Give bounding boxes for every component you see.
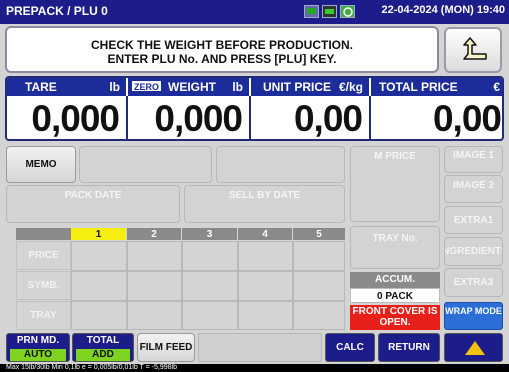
empty-slot: [198, 333, 322, 362]
image2-button[interactable]: IMAGE 2: [444, 175, 503, 203]
grid-cell[interactable]: [71, 301, 127, 330]
message-line-1: CHECK THE WEIGHT BEFORE PRODUCTION.: [90, 38, 353, 52]
column-header-3[interactable]: 3: [182, 228, 237, 240]
weight-header: ZERO WEIGHT lb: [128, 78, 249, 96]
calc-button[interactable]: CALC: [325, 333, 375, 362]
readout-panel: TARE lb ZERO WEIGHT lb UNIT PRICE €/kg T…: [5, 76, 504, 141]
grid-cell[interactable]: [182, 241, 238, 271]
scroll-up-button[interactable]: [444, 333, 503, 362]
total-button[interactable]: TOTAL ADD: [72, 333, 134, 362]
scale-spec-line: Max 15lb/30lb Min 0,1lb e = 0,005lb/0,01…: [0, 364, 509, 372]
grid-cell[interactable]: [182, 301, 238, 330]
prn-mode-button[interactable]: PRN MD. AUTO: [6, 333, 70, 362]
grid-cells: [71, 241, 345, 330]
column-header-4[interactable]: 4: [238, 228, 292, 240]
memo-button[interactable]: MEMO: [6, 146, 76, 183]
unit-price-header: UNIT PRICE €/kg: [251, 78, 369, 96]
grid-cell[interactable]: [238, 241, 293, 271]
warning-line-2: OPEN.: [379, 317, 411, 328]
weight-label: WEIGHT: [168, 80, 216, 94]
extra3-button[interactable]: EXTRA3: [444, 268, 503, 297]
column-header-5[interactable]: 5: [293, 228, 345, 240]
warning-line-1: FRONT COVER IS: [352, 306, 438, 317]
tare-label: TARE: [25, 80, 57, 94]
weight-unit: lb: [232, 80, 243, 94]
return-button[interactable]: RETURN: [378, 333, 440, 362]
tare-header: TARE lb: [7, 78, 126, 96]
unit-price-label: UNIT PRICE: [263, 80, 332, 94]
unit-price-unit: €/kg: [338, 80, 363, 94]
total-price-label: TOTAL PRICE: [379, 80, 458, 94]
row-label-price: PRICE: [16, 241, 71, 270]
grid-cell[interactable]: [71, 271, 127, 301]
date-time: 22-04-2024 (MON) 19:40: [381, 4, 505, 16]
grid-cell[interactable]: [127, 301, 182, 330]
total-price-value: 0,00: [432, 98, 502, 139]
tray-no-button[interactable]: TRAY No.: [350, 226, 440, 269]
grid-cell[interactable]: [293, 271, 345, 301]
mode-title: PREPACK / PLU 0: [6, 4, 108, 18]
front-cover-warning: FRONT COVER IS OPEN.: [350, 305, 440, 330]
grid-cell[interactable]: [293, 301, 345, 330]
ingredients-button[interactable]: INGREDIENTS: [444, 237, 503, 266]
zero-badge: ZERO: [131, 80, 163, 92]
total-value: ADD: [76, 349, 130, 361]
row-label-tray: TRAY: [16, 301, 71, 330]
prn-mode-value: AUTO: [10, 349, 66, 361]
column-header-2[interactable]: 2: [127, 228, 181, 240]
grid-cell[interactable]: [293, 241, 345, 271]
unit-price-value: 0,00: [293, 98, 363, 139]
grid-corner: [16, 228, 71, 240]
grid-cell[interactable]: [127, 241, 182, 271]
blank-button-2[interactable]: [216, 146, 345, 183]
grid-cell[interactable]: [182, 271, 238, 301]
network-icon: [340, 5, 355, 18]
return-arrow-icon: [463, 37, 487, 60]
instruction-message: CHECK THE WEIGHT BEFORE PRODUCTION. ENTE…: [5, 26, 439, 73]
blank-button-1[interactable]: [79, 146, 212, 183]
image1-button[interactable]: IMAGE 1: [444, 146, 503, 173]
monitor-icon: [304, 5, 319, 18]
weight-value: 0,000: [154, 98, 243, 139]
pack-date-button[interactable]: PACK DATE: [6, 185, 180, 223]
up-arrow-icon: [465, 341, 485, 355]
battery-icon: [322, 5, 337, 18]
m-price-button[interactable]: M PRICE: [350, 146, 440, 222]
grid-cell[interactable]: [238, 271, 293, 301]
grid-cell[interactable]: [238, 301, 293, 330]
total-label: TOTAL: [86, 335, 120, 346]
film-feed-button[interactable]: FILM FEED: [137, 333, 195, 362]
message-line-2: ENTER PLU No. AND PRESS [PLU] KEY.: [107, 52, 337, 66]
sell-by-date-button[interactable]: SELL BY DATE: [184, 185, 345, 223]
wrap-mode-button[interactable]: WRAP MODE: [444, 302, 503, 330]
total-price-unit: €: [493, 80, 500, 94]
extra1-button[interactable]: EXTRA1: [444, 206, 503, 234]
grid-cell[interactable]: [127, 271, 182, 301]
tare-unit: lb: [109, 80, 120, 94]
total-price-header: TOTAL PRICE €: [371, 78, 502, 96]
title-bar: PREPACK / PLU 0 22-04-2024 (MON) 19:40: [0, 0, 509, 24]
accum-value: 0 PACK: [350, 288, 440, 303]
row-label-symb: SYMB.: [16, 271, 71, 300]
accum-label: ACCUM.: [350, 272, 440, 288]
grid-cell[interactable]: [71, 241, 127, 271]
column-header-1[interactable]: 1: [71, 228, 126, 240]
prn-mode-label: PRN MD.: [16, 335, 60, 346]
back-button[interactable]: [444, 27, 502, 73]
tare-value: 0,000: [31, 98, 120, 139]
